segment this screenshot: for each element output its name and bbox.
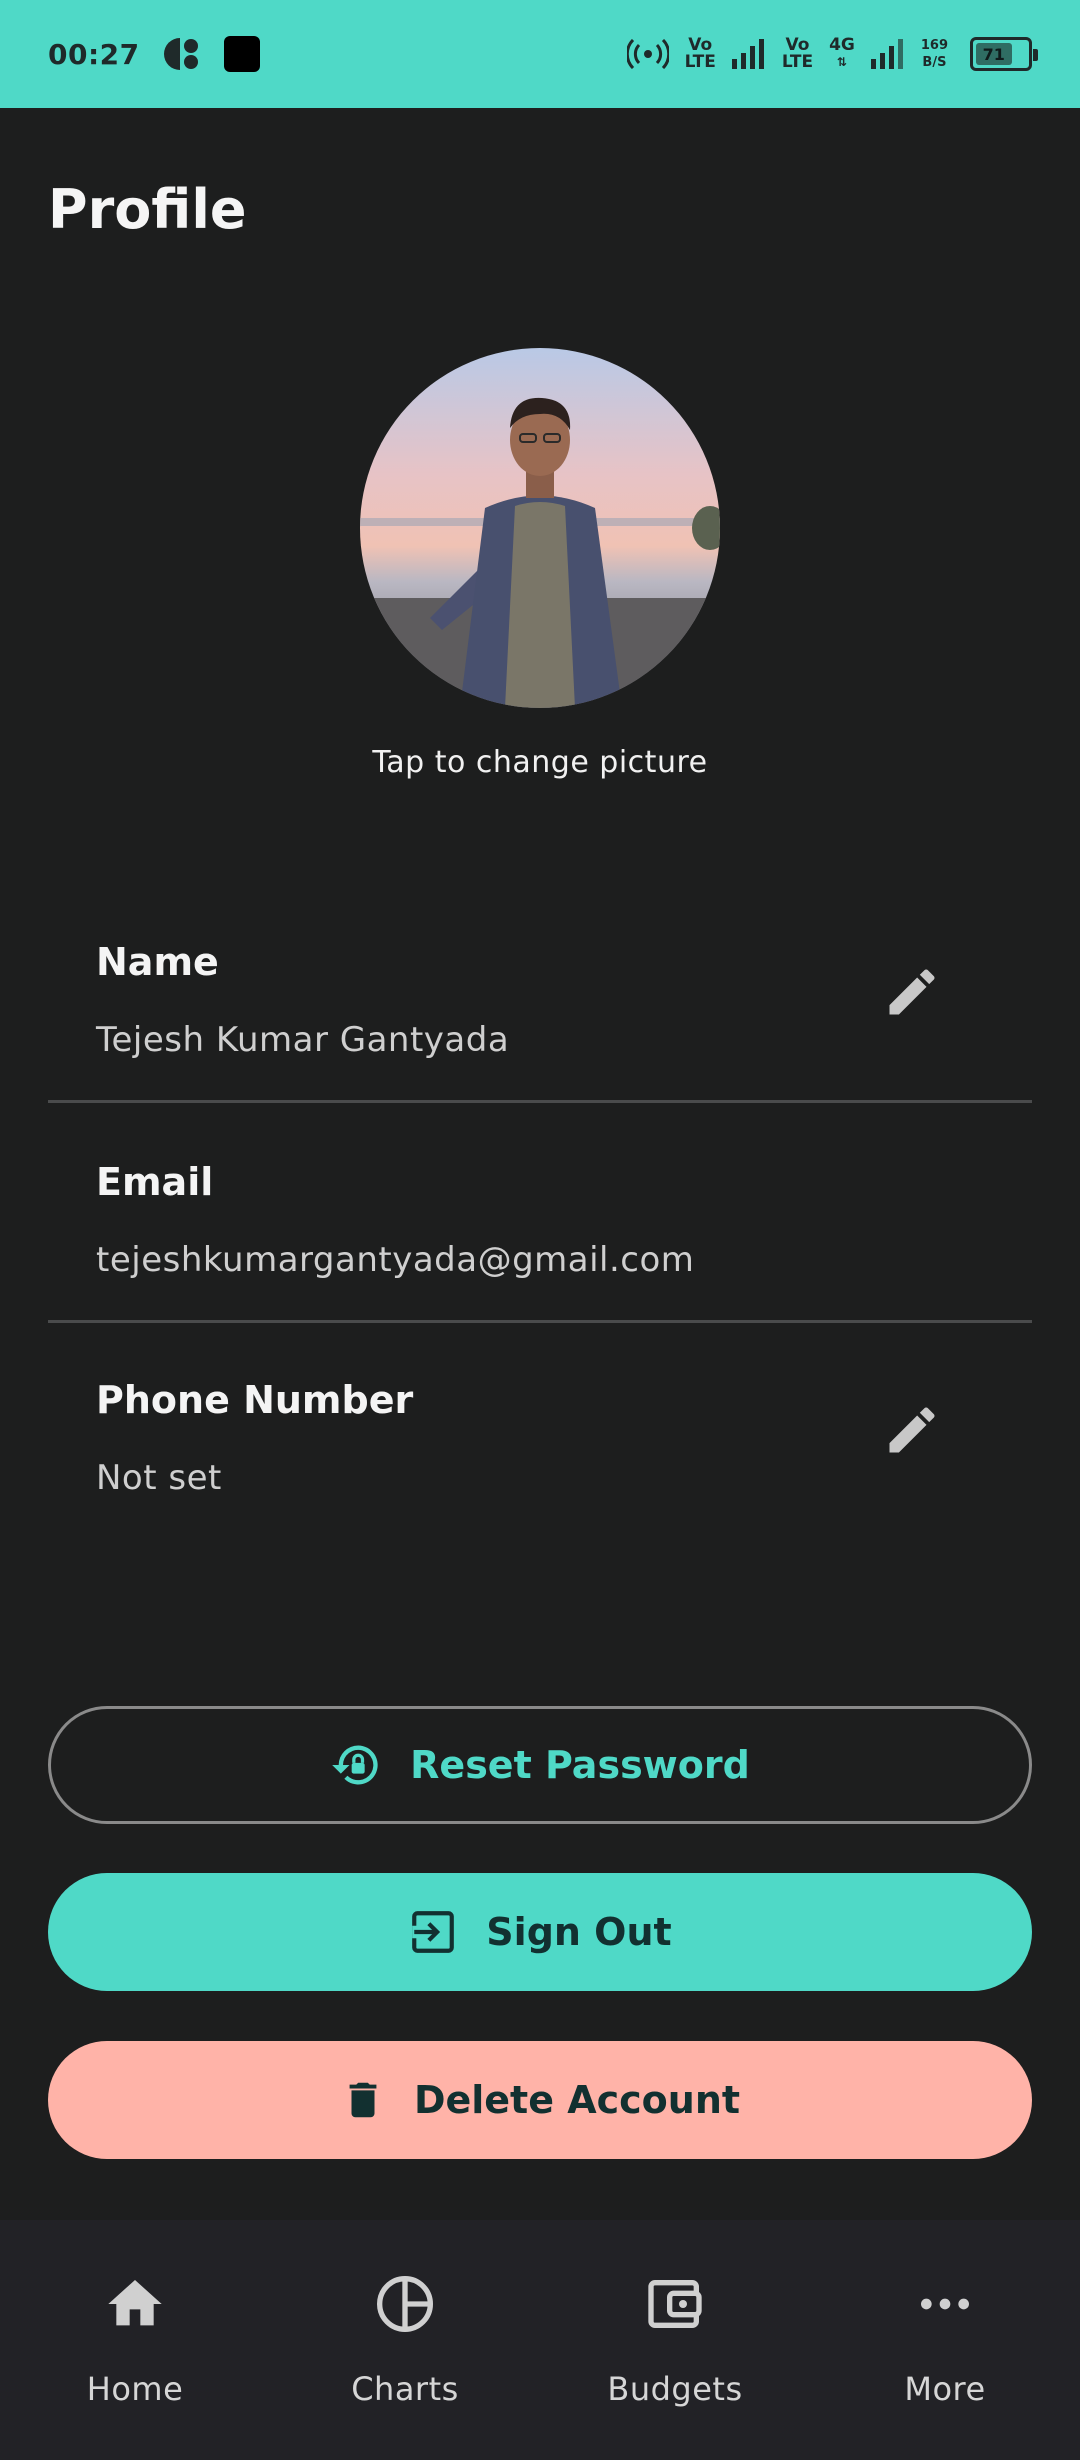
status-bar: 00:27 Vo LTE Vo LTE 4G ⇅ 169 B/S 71 xyxy=(0,0,1080,108)
battery-label: 71 xyxy=(982,44,1005,64)
nav-item-budgets[interactable]: Budgets xyxy=(540,2220,810,2460)
volte-1-line-2: LTE xyxy=(684,52,716,72)
phone-field: Phone Number Not set xyxy=(48,1378,1032,1598)
phone-value: Not set xyxy=(96,1458,222,1498)
sign-out-label: Sign Out xyxy=(486,1910,672,1954)
status-left: 00:27 xyxy=(48,36,260,72)
volte-2-line-2: LTE xyxy=(781,52,814,72)
nav-label-more: More xyxy=(904,2370,986,2408)
avatar-caption: Tap to change picture xyxy=(372,745,708,780)
nav-item-more[interactable]: More xyxy=(810,2220,1080,2460)
signal-icon-2 xyxy=(870,39,905,69)
status-time: 00:27 xyxy=(48,37,140,71)
nav-item-home[interactable]: Home xyxy=(0,2220,270,2460)
trash-icon xyxy=(340,2075,386,2125)
avatar-photo xyxy=(360,348,720,708)
pencil-icon xyxy=(889,1407,935,1453)
divider xyxy=(48,1320,1032,1323)
app-notification-square-icon xyxy=(223,36,260,72)
battery-icon: 71 xyxy=(970,37,1038,71)
wallet-icon xyxy=(639,2268,711,2340)
nav-item-charts[interactable]: Charts xyxy=(270,2220,540,2460)
lock-reset-icon xyxy=(330,1739,382,1791)
network-speed: 169 B/S xyxy=(921,37,948,71)
hotspot-icon xyxy=(626,39,669,69)
sign-out-button[interactable]: Sign Out xyxy=(48,1873,1032,1991)
status-right: Vo LTE Vo LTE 4G ⇅ 169 B/S 71 xyxy=(626,37,1038,71)
pencil-icon xyxy=(889,969,935,1015)
email-field: Email tejeshkumargantyada@gmail.com xyxy=(48,1160,1032,1380)
name-value: Tejesh Kumar Gantyada xyxy=(96,1020,510,1060)
edit-phone-button[interactable] xyxy=(880,1398,944,1462)
delete-account-button[interactable]: Delete Account xyxy=(48,2041,1032,2159)
divider xyxy=(48,1100,1032,1103)
edit-name-button[interactable] xyxy=(880,960,944,1024)
name-field: Name Tejesh Kumar Gantyada xyxy=(48,940,1032,1160)
profile-avatar[interactable] xyxy=(360,348,720,708)
phone-label: Phone Number xyxy=(96,1378,414,1422)
network-speed-value: 169 xyxy=(920,38,948,53)
network-type-indicator: 4G ⇅ xyxy=(829,37,855,71)
reset-password-label: Reset Password xyxy=(410,1743,750,1787)
more-horizontal-icon xyxy=(909,2268,981,2340)
delete-account-label: Delete Account xyxy=(413,2078,741,2122)
network-arrows-icon: ⇅ xyxy=(836,55,847,69)
volte-indicator-1: Vo LTE xyxy=(685,37,716,71)
bottom-navigation: Home Charts Budgets More xyxy=(0,2220,1080,2460)
profile-screen: 00:27 Vo LTE Vo LTE 4G ⇅ 169 B/S 71 Prof… xyxy=(0,0,1080,2460)
email-value: tejeshkumargantyada@gmail.com xyxy=(96,1240,695,1280)
nav-label-budgets: Budgets xyxy=(607,2370,743,2408)
app-notification-icon xyxy=(162,36,202,72)
home-icon xyxy=(99,2268,171,2340)
nav-label-charts: Charts xyxy=(351,2370,459,2408)
logout-icon xyxy=(408,1907,458,1957)
page-title: Profile xyxy=(48,178,247,241)
network-speed-unit: B/S xyxy=(922,55,947,70)
nav-label-home: Home xyxy=(86,2370,184,2408)
volte-indicator-2: Vo LTE xyxy=(782,37,813,71)
name-label: Name xyxy=(96,940,219,984)
pie-chart-icon xyxy=(369,2268,441,2340)
signal-icon-1 xyxy=(731,39,766,69)
reset-password-button[interactable]: Reset Password xyxy=(48,1706,1032,1824)
email-label: Email xyxy=(96,1160,214,1204)
network-type-label: 4G xyxy=(829,35,855,55)
battery-level: 71 xyxy=(976,43,1012,65)
